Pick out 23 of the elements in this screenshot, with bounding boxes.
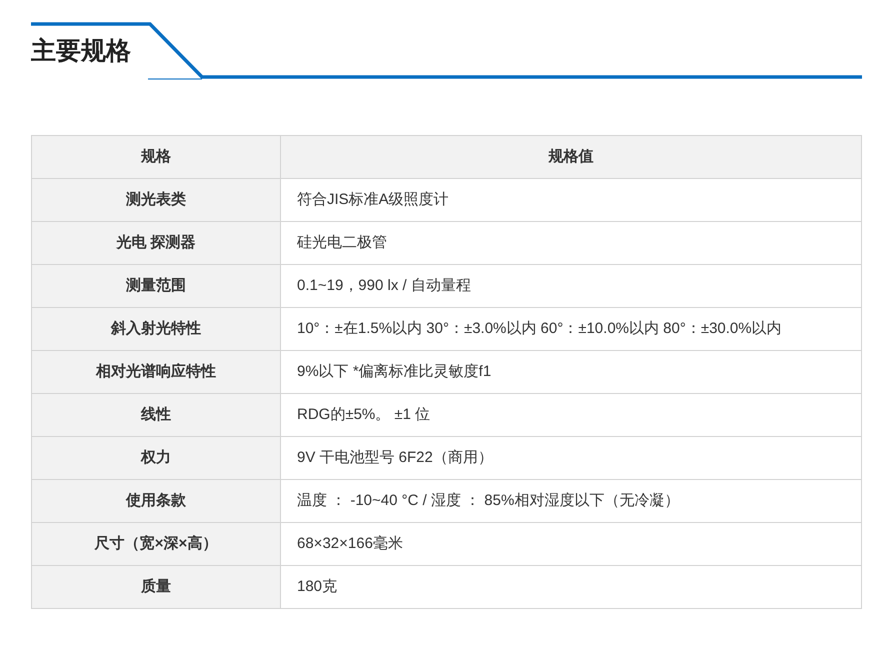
section-title: 主要规格 — [31, 36, 131, 67]
spec-value-cell: 10°：±在1.5%以内 30°：±3.0%以内 60°：±10.0%以内 80°：±30.0%以内 — [280, 308, 862, 350]
column-header: 规格值 — [280, 136, 862, 178]
spec-value-cell: 0.1~19，990 lx / 自动量程 — [280, 264, 862, 308]
spec-value-cell: 68×32×166毫米 — [280, 522, 862, 566]
spec-value-cell: 温度 ： -10~40 °C / 湿度 ： 85%相对湿度以下（无冷凝） — [280, 480, 862, 522]
spec-name-cell: 测量范围 — [32, 264, 280, 308]
spec-name-cell: 相对光谱响应特性 — [32, 350, 280, 394]
spec-name-cell: 使用条款 — [32, 480, 280, 522]
spec-value-cell: 9V 干电池型号 6F22（商用） — [280, 436, 862, 480]
spec-name-cell: 测光表类 — [32, 178, 280, 222]
spec-name-cell: 斜入射光特性 — [32, 308, 280, 350]
spec-value-cell: RDG的±5%。 ±1 位 — [280, 394, 862, 436]
spec-value-cell: 硅光电二极管 — [280, 222, 862, 264]
spec-value-cell: 180克 — [280, 566, 862, 608]
spec-name-cell: 线性 — [32, 394, 280, 436]
spec-name-cell: 光电 探测器 — [32, 222, 280, 264]
spec-value-cell: 符合JIS标准A级照度计 — [280, 178, 862, 222]
column-header: 规格 — [32, 136, 280, 178]
spec-name-cell: 尺寸（宽×深×高） — [32, 522, 280, 566]
spec-name-cell: 权力 — [32, 436, 280, 480]
spec-name-cell: 质量 — [32, 566, 280, 608]
spec-value-cell: 9%以下 *偏离标准比灵敏度f1 — [280, 350, 862, 394]
